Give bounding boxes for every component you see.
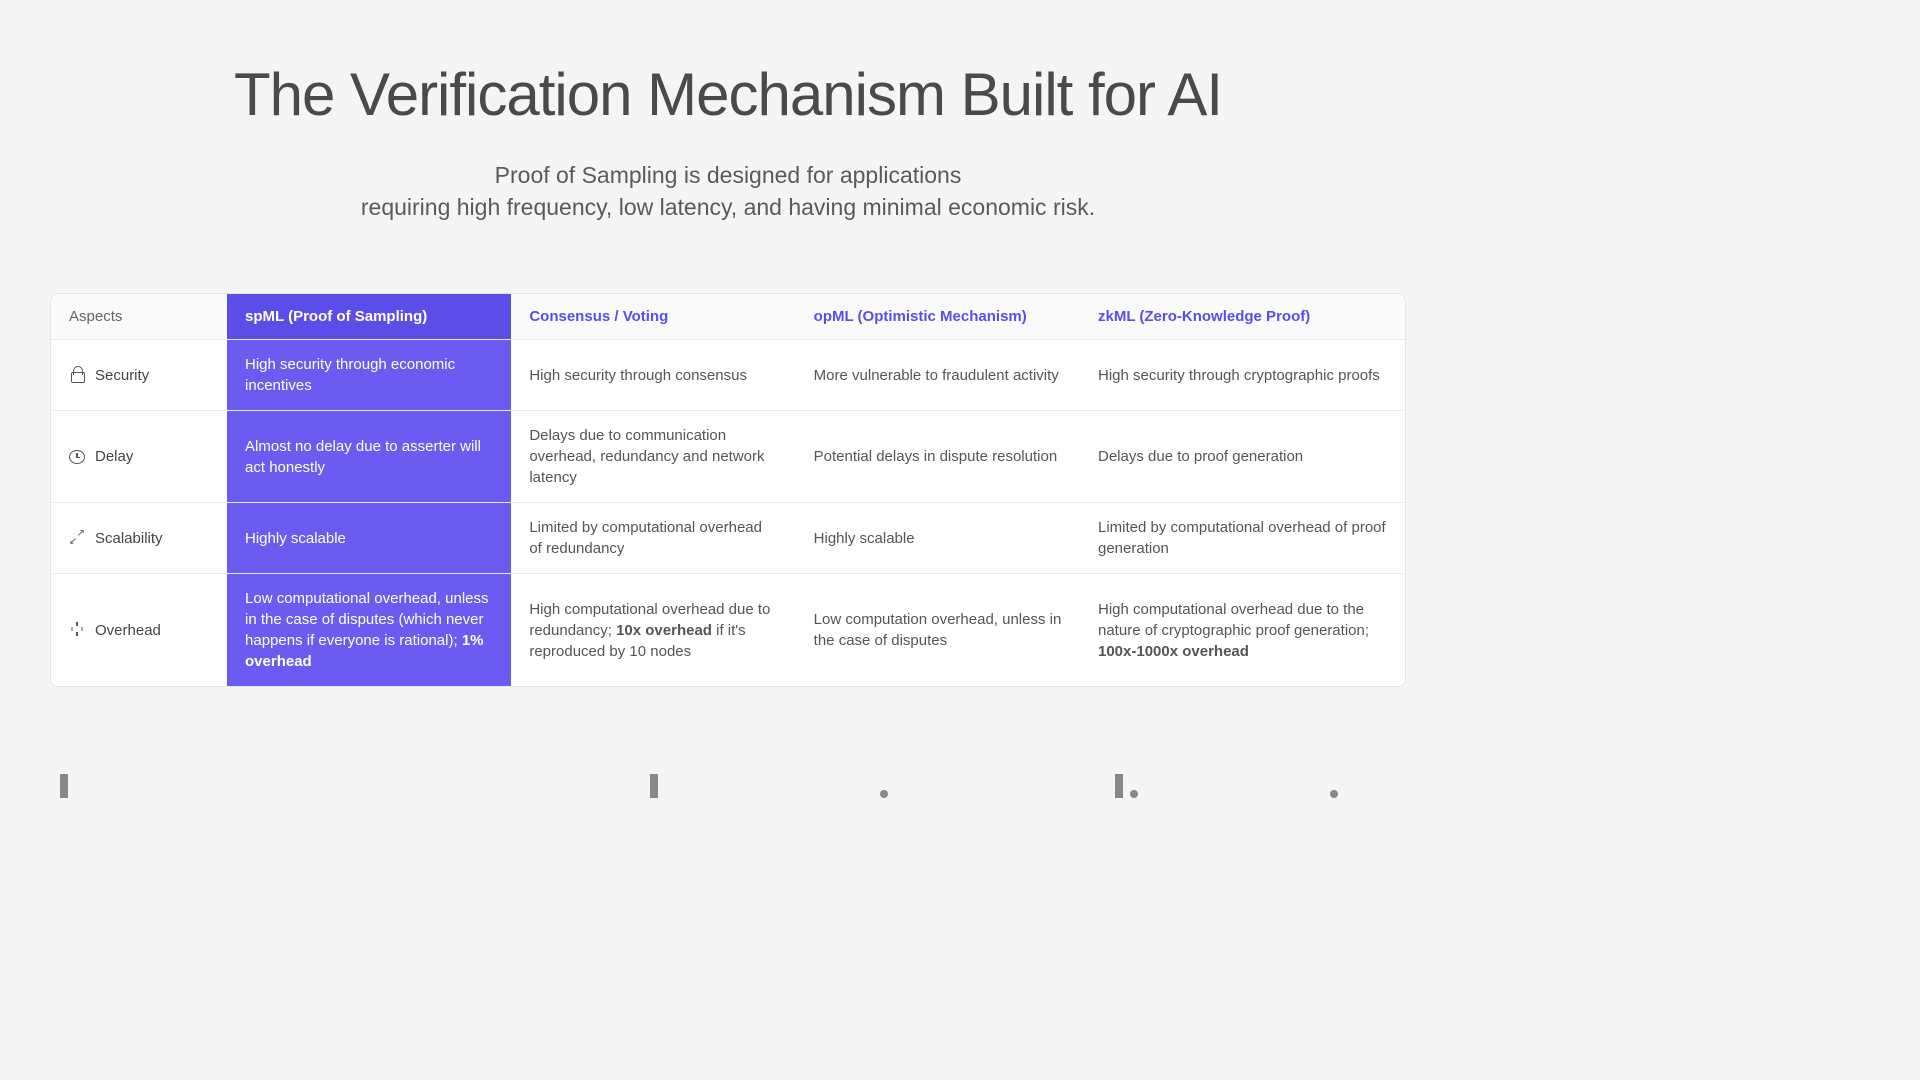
lock-icon: [69, 367, 85, 383]
table-row: Delay Almost no delay due to asserter wi…: [51, 411, 1405, 503]
col-header-opml: opML (Optimistic Mechanism): [796, 294, 1080, 340]
aspect-label: Delay: [95, 446, 133, 467]
spinner-icon: [69, 622, 85, 638]
cell-spml-delay: Almost no delay due to asserter will act…: [227, 411, 511, 503]
cell-consensus-overhead: High computational overhead due to redun…: [511, 574, 795, 687]
cell-zkml-delay: Delays due to proof generation: [1080, 411, 1405, 503]
comparison-table: Aspects spML (Proof of Sampling) Consens…: [50, 293, 1406, 687]
subtitle-line-1: Proof of Sampling is designed for applic…: [495, 162, 962, 188]
subtitle-line-2: requiring high frequency, low latency, a…: [361, 194, 1095, 220]
cell-spml-overhead: Low computational overhead, unless in th…: [227, 574, 511, 687]
expand-icon: [69, 530, 85, 546]
cell-consensus-scalability: Limited by computational overhead of red…: [511, 503, 795, 574]
cell-zkml-scalability: Limited by computational overhead of pro…: [1080, 503, 1405, 574]
aspect-label: Scalability: [95, 528, 163, 549]
cell-opml-overhead: Low computation overhead, unless in the …: [796, 574, 1080, 687]
cell-consensus-delay: Delays due to communication overhead, re…: [511, 411, 795, 503]
cell-consensus-security: High security through consensus: [511, 340, 795, 411]
col-header-zkml: zkML (Zero-Knowledge Proof): [1080, 294, 1405, 340]
cell-zkml-overhead: High computational overhead due to the n…: [1080, 574, 1405, 687]
cell-spml-security: High security through economic incentive…: [227, 340, 511, 411]
cell-opml-scalability: Highly scalable: [796, 503, 1080, 574]
col-header-consensus: Consensus / Voting: [511, 294, 795, 340]
cell-spml-scalability: Highly scalable: [227, 503, 511, 574]
cell-opml-delay: Potential delays in dispute resolution: [796, 411, 1080, 503]
aspect-label: Overhead: [95, 620, 161, 641]
footer-decoration: [0, 768, 1456, 798]
page-subtitle: Proof of Sampling is designed for applic…: [50, 159, 1406, 223]
cell-opml-security: More vulnerable to fraudulent activity: [796, 340, 1080, 411]
table-row: Scalability Highly scalable Limited by c…: [51, 503, 1405, 574]
aspect-label: Security: [95, 365, 149, 386]
page-title: The Verification Mechanism Built for AI: [50, 60, 1406, 129]
table-row: Overhead Low computational overhead, unl…: [51, 574, 1405, 687]
table-row: Security High security through economic …: [51, 340, 1405, 411]
clock-icon: [69, 450, 85, 464]
col-header-spml: spML (Proof of Sampling): [227, 294, 511, 340]
cell-zkml-security: High security through cryptographic proo…: [1080, 340, 1405, 411]
col-header-aspects: Aspects: [51, 294, 227, 340]
